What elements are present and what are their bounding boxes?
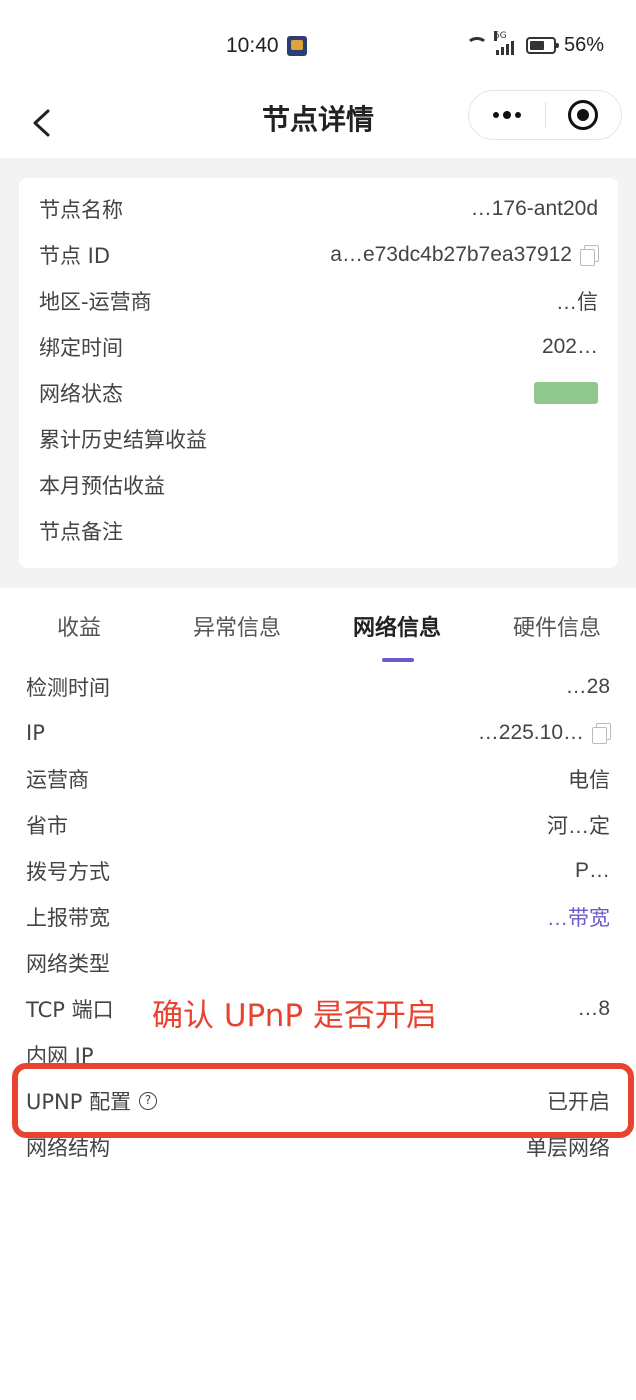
card-label: 节点备注 xyxy=(39,520,123,544)
copy-icon[interactable] xyxy=(580,245,599,266)
net-label: 检测时间 xyxy=(26,676,110,700)
card-label: 网络状态 xyxy=(39,382,123,406)
card-label: 地区-运营商 xyxy=(39,290,152,314)
info-tabs: 收益 异常信息 网络信息 硬件信息 xyxy=(0,588,636,668)
target-icon[interactable] xyxy=(546,91,622,139)
annotation-text: 确认 UPnP 是否开启 xyxy=(152,998,437,1034)
net-row-check-time: 检测时间 …28 xyxy=(26,664,610,710)
card-row-node-id: 节点 ID a…e73dc4b27b7ea37912 xyxy=(39,232,599,278)
net-label: 拨号方式 xyxy=(26,860,110,884)
net-label: 上报带宽 xyxy=(26,906,110,930)
wifi-icon xyxy=(465,36,488,55)
status-bar: 10:40 5G 56% xyxy=(0,0,636,90)
net-row-province: 省市 河…定 xyxy=(26,802,610,848)
active-tab-indicator xyxy=(382,658,414,662)
card-value: a…e73dc4b27b7ea37912 xyxy=(330,243,572,266)
copy-icon[interactable] xyxy=(592,723,611,744)
more-icon[interactable] xyxy=(469,91,545,139)
signal-icon: 5G xyxy=(493,30,518,55)
status-badge xyxy=(534,382,598,404)
tab-exceptions[interactable]: 异常信息 xyxy=(193,610,281,642)
card-row-node-remark[interactable]: 节点备注 xyxy=(39,508,598,554)
net-label: 运营商 xyxy=(26,768,89,792)
card-row-total-earnings: 累计历史结算收益 xyxy=(39,416,598,462)
card-label: 累计历史结算收益 xyxy=(39,428,207,452)
net-value: …带宽 xyxy=(547,907,610,930)
card-label: 绑定时间 xyxy=(39,336,123,360)
net-label: IP xyxy=(26,721,45,745)
net-row-ip: IP …225.10… xyxy=(26,710,611,756)
card-label: 节点 ID xyxy=(39,244,111,268)
card-value: …信 xyxy=(556,291,598,314)
card-area: 节点名称 …176-ant20d 节点 ID a…e73dc4b27b7ea37… xyxy=(0,158,636,588)
card-row-region: 地区-运营商 …信 xyxy=(39,278,598,324)
net-row-bandwidth: 上报带宽 …带宽 xyxy=(26,894,610,940)
app-notification-icon xyxy=(287,36,307,56)
signal-label: 5G xyxy=(493,30,507,41)
net-value: …225.10… xyxy=(477,721,584,744)
tab-earnings[interactable]: 收益 xyxy=(57,610,101,642)
card-label: 本月预估收益 xyxy=(39,474,165,498)
tab-network[interactable]: 网络信息 xyxy=(353,610,441,642)
card-value: 202… xyxy=(541,335,598,358)
annotation-highlight-box xyxy=(12,1063,634,1138)
net-label: TCP 端口 xyxy=(26,998,114,1022)
card-row-monthly-estimate: 本月预估收益 xyxy=(39,462,598,508)
net-row-dial-mode: 拨号方式 P… xyxy=(26,848,610,894)
card-row-network-status: 网络状态 xyxy=(39,370,598,416)
card-row-bind-time: 绑定时间 202… xyxy=(39,324,598,370)
net-value: …28 xyxy=(565,675,610,698)
mini-program-capsule xyxy=(468,90,622,140)
nav-bar: 节点详情 xyxy=(0,90,636,158)
battery-percent: 56% xyxy=(563,34,604,56)
card-value: …176-ant20d xyxy=(470,197,598,220)
net-label: 省市 xyxy=(26,814,68,838)
card-label: 节点名称 xyxy=(39,198,123,222)
net-label: 网络类型 xyxy=(26,952,110,976)
net-value: P… xyxy=(574,859,610,882)
status-indicators: 5G 56% xyxy=(465,30,604,57)
status-time: 10:40 xyxy=(226,34,279,57)
net-value: …8 xyxy=(577,997,610,1020)
net-value: 电信 xyxy=(568,769,610,792)
net-row-isp: 运营商 电信 xyxy=(26,756,610,802)
net-row-network-type: 网络类型 xyxy=(26,940,610,986)
card-row-node-name: 节点名称 …176-ant20d xyxy=(39,186,598,232)
node-info-card: 节点名称 …176-ant20d 节点 ID a…e73dc4b27b7ea37… xyxy=(19,178,618,568)
battery-icon xyxy=(525,37,559,54)
net-value: 河…定 xyxy=(547,815,610,838)
tab-hardware[interactable]: 硬件信息 xyxy=(513,610,601,642)
